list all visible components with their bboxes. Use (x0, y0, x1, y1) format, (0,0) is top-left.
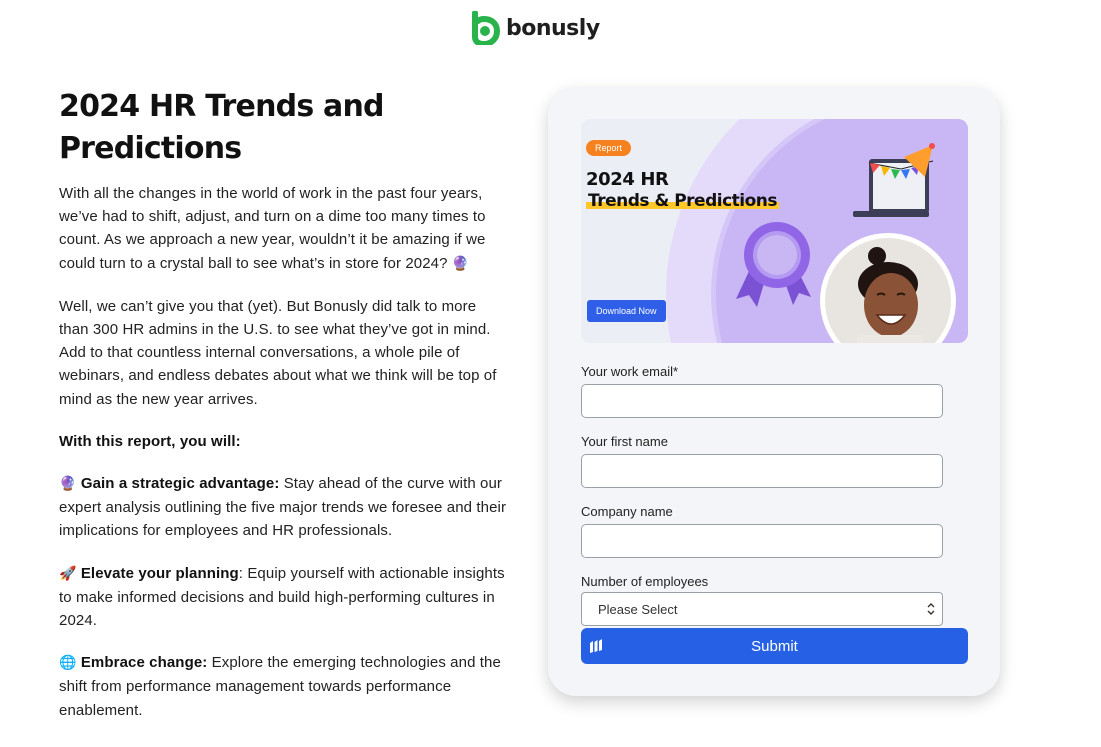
submit-label: Submit (751, 637, 798, 655)
benefit-title: Embrace change: (80, 654, 208, 672)
form-logo-icon (590, 639, 602, 653)
intro-text-1: With all the changes in the world of wor… (59, 185, 486, 272)
benefit-title: Elevate your planning (80, 564, 239, 582)
employees-select[interactable]: Please Select (581, 592, 943, 626)
banner-title-line-1: 2024 HR (586, 169, 669, 190)
email-label: Your work email* (581, 364, 679, 379)
bonusly-logo-icon (472, 11, 501, 45)
submit-button[interactable]: Submit (581, 628, 968, 664)
company-field-group: Company name (581, 503, 969, 558)
employees-field-group: Number of employees Please Select (581, 573, 969, 626)
bonusly-logo[interactable]: bonusly (466, 11, 600, 45)
globe-icon: 🌐 (59, 655, 77, 672)
report-banner: Report 2024 HR Trends & Predictions Down… (581, 119, 968, 343)
email-field-group: Your work email* (581, 363, 969, 418)
crystal-ball-icon: 🔮 (451, 255, 470, 272)
crystal-ball-icon: 🔮 (59, 476, 77, 493)
company-field[interactable] (581, 524, 943, 558)
benefit-title: Gain a strategic advantage: (80, 475, 280, 493)
content-column: 2024 HR Trends and Predictions With all … (59, 86, 509, 722)
first-name-field-group: Your first name (581, 433, 969, 488)
intro-paragraph-1: With all the changes in the world of wor… (59, 182, 509, 276)
rocket-icon: 🚀 (59, 565, 77, 582)
report-signup-form: Your work email* Your first name Company… (581, 363, 969, 641)
employees-select-value: Please Select (598, 601, 678, 617)
signup-card: Report 2024 HR Trends & Predictions Down… (548, 87, 1000, 696)
banner-title-line-2: Trends & Predictions (586, 191, 779, 211)
select-arrows-icon (927, 603, 935, 615)
download-now-button: Download Now (587, 300, 666, 322)
benefit-item: 🚀 Elevate your planning: Equip yourself … (59, 562, 509, 633)
benefit-item: 🌐 Embrace change: Explore the emerging t… (59, 651, 509, 722)
company-label: Company name (581, 504, 673, 519)
report-badge: Report (586, 140, 632, 156)
first-name-label: Your first name (581, 434, 668, 449)
report-heading: With this report, you will: (59, 432, 241, 450)
email-field[interactable] (581, 384, 943, 418)
page-title: 2024 HR Trends and Predictions (59, 89, 385, 166)
intro-paragraph-2: Well, we can’t give you that (yet). But … (59, 297, 497, 408)
first-name-field[interactable] (581, 454, 943, 488)
employees-label: Number of employees (581, 574, 709, 589)
brand-name: bonusly (506, 15, 600, 41)
benefit-item: 🔮 Gain a strategic advantage: Stay ahead… (59, 472, 509, 543)
